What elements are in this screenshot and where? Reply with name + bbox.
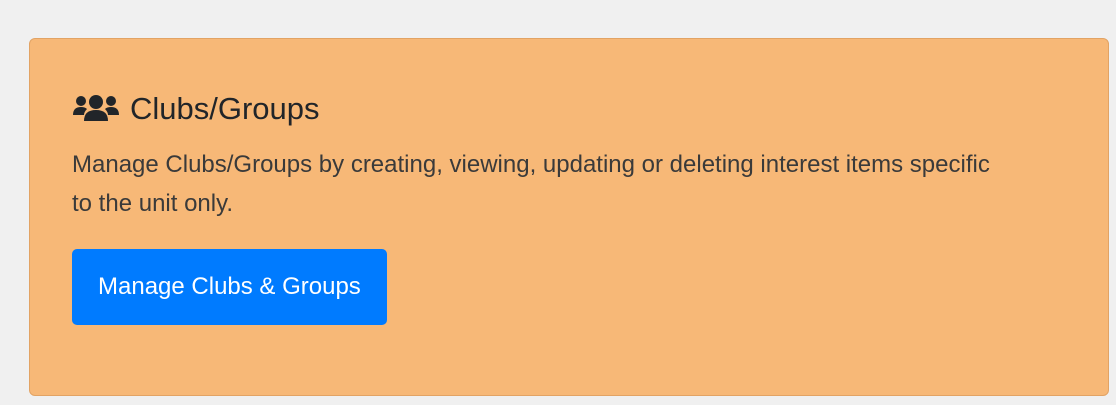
card-title-text: Clubs/Groups	[130, 91, 320, 126]
clubs-groups-card: Clubs/Groups Manage Clubs/Groups by crea…	[29, 38, 1109, 396]
manage-clubs-groups-button[interactable]: Manage Clubs & Groups	[72, 249, 387, 325]
card-description: Manage Clubs/Groups by creating, viewing…	[72, 151, 990, 217]
card-title: Clubs/Groups	[72, 87, 1066, 131]
users-icon	[72, 93, 120, 125]
